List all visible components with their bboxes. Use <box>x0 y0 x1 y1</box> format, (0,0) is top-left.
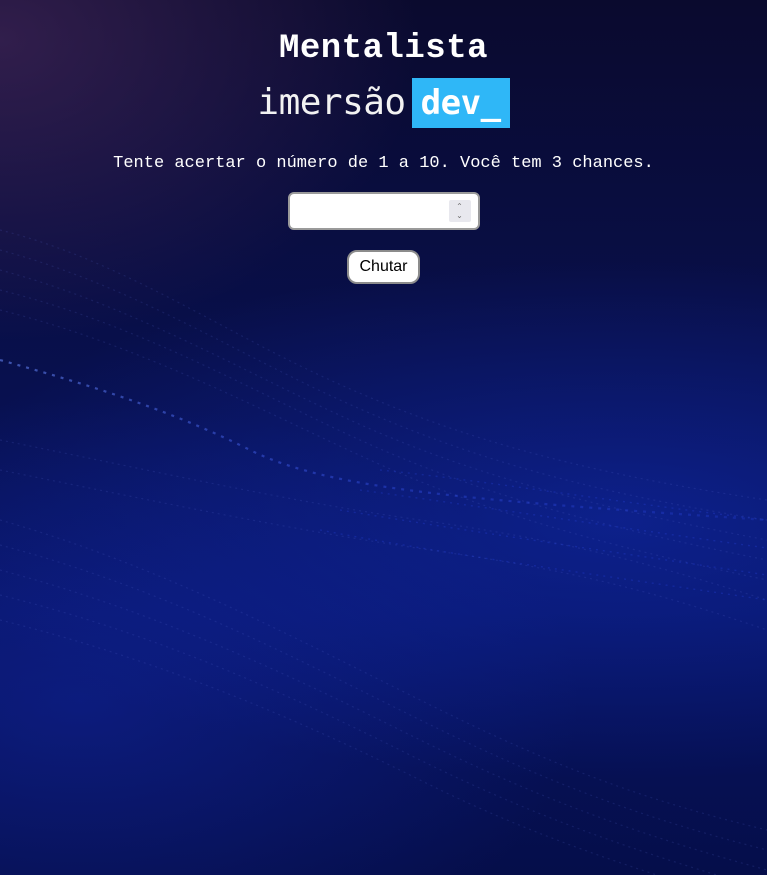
page-title: Mentalista <box>278 30 489 68</box>
number-spinner[interactable]: ⌃ ⌄ <box>448 200 471 222</box>
main-content: Mentalista imersão dev_ Tente acertar o … <box>0 0 767 284</box>
logo-word: imersão <box>257 82 406 123</box>
logo-highlight: dev_ <box>411 78 510 128</box>
instructions-text: Tente acertar o número de 1 a 10. Você t… <box>113 154 654 173</box>
imersao-dev-logo: imersão dev_ <box>0 78 767 128</box>
guess-input-wrapper: ⌃ ⌄ <box>287 192 480 230</box>
guess-button[interactable]: Chutar <box>347 250 420 284</box>
chevron-down-icon[interactable]: ⌄ <box>456 211 463 220</box>
button-row: Chutar <box>0 250 767 284</box>
chevron-up-icon[interactable]: ⌃ <box>456 202 463 211</box>
